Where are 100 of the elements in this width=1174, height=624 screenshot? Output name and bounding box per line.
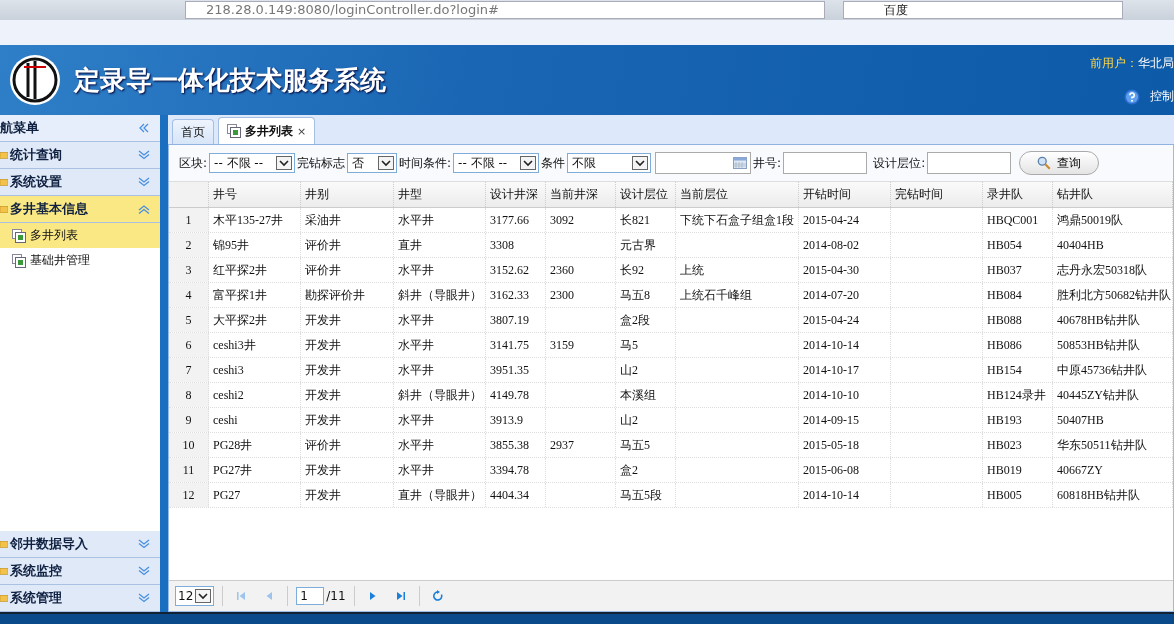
table-cell: 大平探2井	[209, 308, 301, 332]
table-cell: 2360	[546, 258, 616, 282]
dropdown[interactable]: 不限	[567, 153, 652, 173]
table-cell: 40404HB	[1053, 233, 1173, 257]
nav-item[interactable]: 多井列表	[0, 223, 160, 248]
filter-label: 设计层位:	[873, 154, 926, 172]
nav-section[interactable]: 系统管理	[0, 585, 160, 612]
table-cell: 50853HB钻井队	[1053, 333, 1173, 357]
date-field[interactable]	[655, 152, 752, 174]
nav-section[interactable]: 系统监控	[0, 558, 160, 585]
folder-icon	[0, 149, 8, 161]
table-cell: 评价井	[301, 433, 394, 457]
first-page-icon[interactable]	[235, 590, 248, 602]
table-cell: 3162.33	[486, 283, 546, 307]
search-field[interactable]: 百度	[843, 1, 1123, 19]
chevron-icon	[138, 204, 150, 214]
dropdown[interactable]: -- 不限 --	[453, 153, 540, 173]
column-header[interactable]: 完钻时间	[891, 182, 983, 207]
tab[interactable]: 多井列表 ×	[218, 117, 316, 144]
refresh-icon[interactable]	[431, 590, 444, 602]
tab[interactable]: 首页	[172, 119, 214, 144]
page-icon	[12, 253, 26, 268]
table-cell: 水平井	[394, 308, 486, 332]
table-cell: 马五8	[616, 283, 676, 307]
nav-section[interactable]: 多井基本信息	[0, 196, 160, 223]
row-number: 10	[169, 433, 209, 457]
dropdown[interactable]: 否	[347, 153, 398, 173]
column-header[interactable]: 井别	[301, 182, 394, 207]
nav-section[interactable]: 邻井数据导入	[0, 531, 160, 558]
calendar-icon[interactable]	[733, 157, 748, 169]
table-cell: 3807.19	[486, 308, 546, 332]
column-header[interactable]: 井型	[394, 182, 486, 207]
table-cell: HB154	[983, 358, 1053, 382]
address-bar[interactable]: 218.28.0.149:8080/loginController.do?login#	[185, 1, 825, 19]
page-total: /11	[326, 589, 346, 603]
table-cell: ceshi3井	[209, 333, 301, 357]
table-cell: 3177.66	[486, 208, 546, 232]
input-field[interactable]	[783, 152, 868, 174]
column-header[interactable]: 钻井队	[1053, 182, 1173, 207]
table-cell: 锦95井	[209, 233, 301, 257]
nav-item[interactable]: 基础井管理	[0, 248, 160, 273]
table-cell: ceshi3	[209, 358, 301, 382]
nav-section[interactable]: 系统设置	[0, 169, 160, 196]
table-cell: 水平井	[394, 358, 486, 382]
table-cell: 中原45736钻井队	[1053, 358, 1173, 382]
control-panel-link[interactable]: 控制	[1150, 88, 1174, 105]
folder-icon	[0, 538, 8, 550]
table-cell: 2014-10-14	[799, 333, 891, 357]
column-header[interactable]: 设计井深	[486, 182, 546, 207]
table-cell: 评价井	[301, 233, 394, 257]
table-cell: 木平135-27井	[209, 208, 301, 232]
table-cell: 红平探2井	[209, 258, 301, 282]
table-cell: 40445ZY钻井队	[1053, 383, 1173, 407]
column-header[interactable]: 当前层位	[676, 182, 799, 207]
table-cell: HB023	[983, 433, 1053, 457]
column-header[interactable]: 开钻时间	[799, 182, 891, 207]
row-number: 8	[169, 383, 209, 407]
input-field[interactable]	[927, 152, 1012, 174]
column-header[interactable]: 录井队	[983, 182, 1053, 207]
table-cell: 富平探1井	[209, 283, 301, 307]
search-button[interactable]: 查询	[1019, 151, 1100, 175]
caret-icon	[195, 589, 212, 603]
row-number: 5	[169, 308, 209, 332]
table-cell: 直井	[394, 233, 486, 257]
row-number: 1	[169, 208, 209, 232]
table-cell: 山2	[616, 408, 676, 432]
user-label: 前用户：	[1090, 56, 1138, 70]
last-page-icon[interactable]	[394, 590, 407, 602]
table-cell: 勘探评价井	[301, 283, 394, 307]
collapse-icon[interactable]	[138, 123, 150, 133]
table-cell: 3308	[486, 233, 546, 257]
table-cell: 水平井	[394, 458, 486, 482]
table-cell: 马五5段	[616, 483, 676, 507]
table-cell: 40667ZY	[1053, 458, 1173, 482]
table-cell: HB054	[983, 233, 1053, 257]
page-size-dropdown[interactable]: 12	[175, 586, 215, 606]
page-number-field[interactable]: 1	[296, 587, 325, 605]
row-number: 4	[169, 283, 209, 307]
table-cell: PG27	[209, 483, 301, 507]
table-cell: 斜井（导眼井）	[394, 383, 486, 407]
filter-label: 井号:	[753, 154, 782, 172]
column-header[interactable]: 当前井深	[546, 182, 616, 207]
help-icon[interactable]	[1124, 88, 1140, 105]
user-name: 华北局	[1138, 56, 1174, 70]
row-number: 3	[169, 258, 209, 282]
row-number: 11	[169, 458, 209, 482]
chevron-icon	[138, 150, 150, 160]
column-header[interactable]: 设计层位	[616, 182, 676, 207]
dropdown[interactable]: -- 不限 --	[209, 153, 296, 173]
table-cell: 胜利北方50682钻井队	[1053, 283, 1173, 307]
column-header[interactable]: 井号	[209, 182, 301, 207]
nav-section[interactable]: 统计查询	[0, 142, 160, 169]
table-cell: 盒2段	[616, 308, 676, 332]
close-icon[interactable]: ×	[297, 124, 307, 138]
caret-icon	[520, 156, 537, 170]
table-cell: 4404.34	[486, 483, 546, 507]
table-cell: 60818HB钻井队	[1053, 483, 1173, 507]
table-cell: 鸿鼎50019队	[1053, 208, 1173, 232]
table-cell: 4149.78	[486, 383, 546, 407]
table-cell: 志丹永宏50318队	[1053, 258, 1173, 282]
